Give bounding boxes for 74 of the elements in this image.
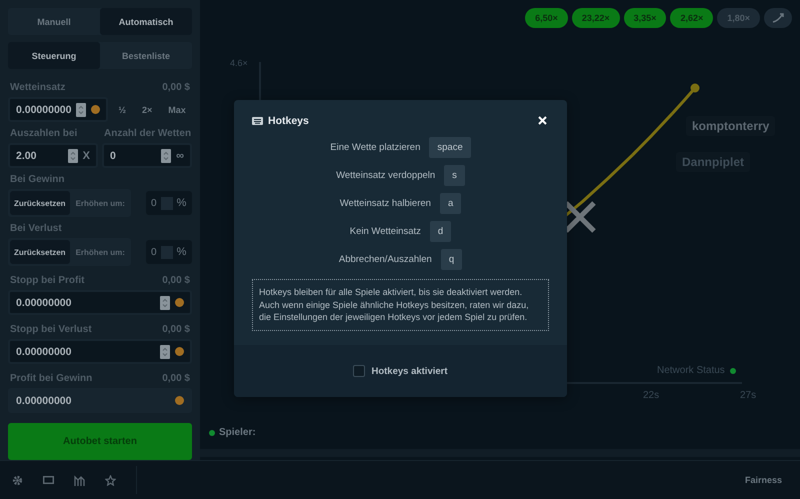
dialog-title: Hotkeys [268, 115, 310, 127]
key-label: s [444, 164, 465, 186]
hotkey-action: Eine Wette platzieren [330, 142, 420, 152]
status-dot [209, 430, 215, 436]
field-label: Anzahl der Wetten [104, 128, 192, 139]
axis-label: 4.6× [230, 58, 248, 68]
field-label: Profit bei Gewinn [10, 373, 92, 384]
spinner-icon[interactable] [161, 148, 172, 162]
infinity-suffix: ∞ [176, 150, 184, 162]
field-label: Bei Gewinn [10, 174, 64, 185]
close-button[interactable] [538, 116, 549, 126]
multiplier-pill[interactable]: 2,62× [670, 8, 714, 28]
multiplier-pill[interactable]: 6,50× [525, 8, 568, 28]
axis-label: 22s [643, 390, 660, 401]
curve-end-drawing [670, 84, 700, 115]
fairness-link[interactable]: Fairness [738, 474, 788, 486]
spinner-icon[interactable] [68, 148, 78, 162]
key-label: space [429, 136, 471, 158]
key-label: a [440, 192, 462, 214]
field-label: Auszahlen bei [10, 128, 78, 139]
cashout-value[interactable]: 2.00 [16, 150, 63, 162]
amount-text: 0,00 $ [162, 373, 190, 384]
bet-modifier-button[interactable]: ½ [112, 102, 132, 118]
option-tab[interactable]: Zurücksetzen [10, 191, 70, 215]
amount-text: 0,00 $ [162, 82, 190, 93]
star-icon[interactable] [105, 474, 116, 486]
coin-icon [175, 298, 184, 307]
amount-value: 0.00000000 [16, 394, 72, 406]
multiplier-suffix: X [82, 150, 90, 162]
coin-icon [91, 105, 100, 114]
bet-modifier-button[interactable]: Max [162, 102, 192, 118]
hotkey-action: Wetteinsatz halbieren [340, 198, 431, 208]
spinner-icon[interactable] [160, 296, 170, 310]
checkbox-label: Hotkeys aktiviert [371, 366, 448, 376]
checkbox[interactable] [353, 365, 366, 377]
mode-tab[interactable]: Automatisch [100, 8, 192, 35]
player-tag: komptonterry [686, 116, 776, 136]
keyboard-icon [252, 117, 263, 125]
network-status-text: Network Status [657, 365, 725, 376]
key-label: d [430, 220, 452, 242]
amount-text: 0,00 $ [162, 324, 190, 335]
coin-icon [175, 396, 184, 405]
amount-text: 0,00 $ [162, 275, 190, 286]
field-label: Bei Verlust [10, 223, 62, 234]
hotkey-action: Abbrechen/Auszahlen [338, 254, 432, 264]
bet-modifier-button[interactable]: 2× [136, 102, 158, 118]
increase-field[interactable]: 0 % [146, 240, 192, 264]
bet-count-value[interactable]: 0 [110, 150, 156, 162]
increase-field[interactable]: 0 % [146, 191, 192, 215]
screen-icon[interactable] [43, 476, 54, 484]
key-label: q [440, 248, 462, 270]
spinner-icon[interactable] [160, 344, 170, 358]
chart-icon[interactable] [74, 474, 85, 486]
hotkey-action: Kein Wetteinsatz [350, 226, 421, 236]
field-label: Wetteinsatz [10, 82, 66, 93]
start-autobet-button[interactable]: Autobet starten [8, 423, 192, 460]
settings-icon[interactable] [12, 474, 23, 486]
option-tab[interactable]: Erhöhen um: [72, 191, 129, 215]
status-dot [730, 368, 736, 374]
coin-icon [175, 347, 184, 356]
option-tab[interactable]: Erhöhen um: [72, 240, 129, 264]
hotkey-action: Wetteinsatz verdoppeln [336, 170, 436, 180]
trend-button[interactable] [764, 8, 792, 28]
option-tab[interactable]: Zurücksetzen [10, 240, 70, 264]
view-tab[interactable]: Steuerung [8, 42, 100, 69]
axis-label: 27s [740, 390, 756, 401]
players-label: Spieler: [219, 427, 256, 438]
multiplier-pill[interactable]: 3,35× [624, 8, 666, 28]
field-label: Stopp bei Verlust [10, 324, 92, 335]
field-label: Stopp bei Profit [10, 275, 84, 286]
multiplier-pill[interactable]: 23,22× [572, 8, 620, 28]
trend-icon [772, 13, 784, 23]
spinner-icon[interactable] [76, 102, 86, 116]
info-note: Hotkeys bleiben für alle Spiele aktiviert, bis sie deaktiviert werden. Auch wenn einige Spiele ähnliche Hotkeys besitzen, raten wir dazu, die Einstellungen der jeweiligen Hotkeys vor jedem Spiel zu prüfen. [252, 279, 549, 331]
